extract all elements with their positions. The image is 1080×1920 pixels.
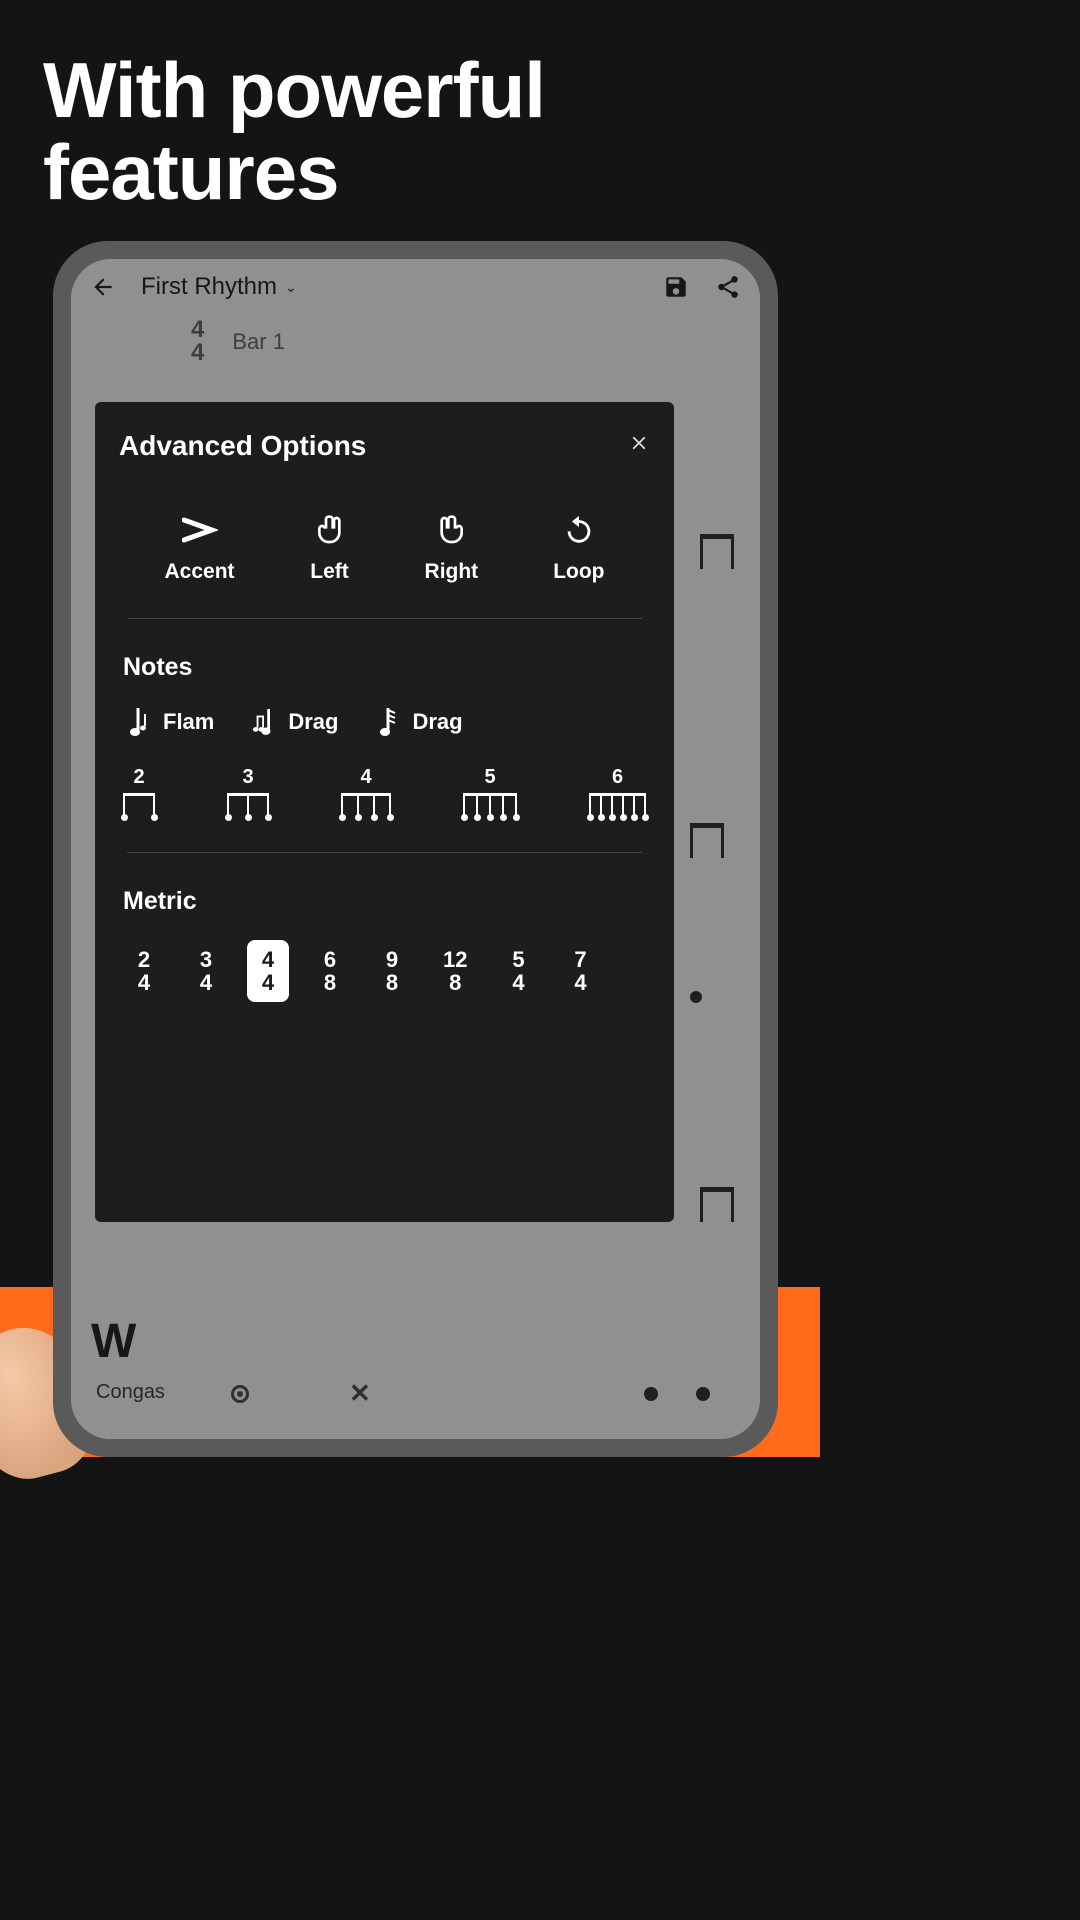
- note-flam[interactable]: Flam: [127, 706, 214, 738]
- metric-6-8[interactable]: 6 8: [309, 940, 351, 1002]
- tuplet-3[interactable]: 3: [227, 766, 269, 818]
- hand-left-icon: [310, 510, 350, 550]
- metric-top: 12: [443, 948, 467, 971]
- metric-bottom: 4: [574, 971, 586, 994]
- metric-top: 9: [386, 948, 398, 971]
- drag-icon-1: [252, 706, 276, 738]
- divider: [127, 618, 642, 619]
- metric-12-8[interactable]: 12 8: [433, 940, 477, 1002]
- tuplet-5-num: 5: [484, 766, 495, 789]
- tuplet-4[interactable]: 4: [341, 766, 391, 818]
- metric-bottom: 4: [512, 971, 524, 994]
- advanced-options-modal: Advanced Options Accent Left Right: [95, 402, 674, 1222]
- metric-bottom: 8: [386, 971, 398, 994]
- metric-top: 4: [262, 948, 274, 971]
- modal-title: Advanced Options: [119, 430, 366, 462]
- accent-icon: [180, 510, 220, 550]
- metric-bottom: 4: [200, 971, 212, 994]
- notes-section-title: Notes: [119, 653, 650, 682]
- option-left-label: Left: [310, 560, 349, 584]
- metric-9-8[interactable]: 9 8: [371, 940, 413, 1002]
- note-drag-1[interactable]: Drag: [252, 706, 338, 738]
- option-loop[interactable]: Loop: [553, 510, 604, 584]
- metric-section-title: Metric: [119, 887, 650, 916]
- metric-bottom: 4: [138, 971, 150, 994]
- tuplet-5[interactable]: 5: [463, 766, 517, 818]
- metric-5-4[interactable]: 5 4: [497, 940, 539, 1002]
- metric-top: 5: [512, 948, 524, 971]
- close-icon: [628, 432, 650, 454]
- option-loop-label: Loop: [553, 560, 604, 584]
- metric-bottom: 4: [262, 971, 274, 994]
- loop-icon: [559, 510, 599, 550]
- metric-top: 6: [324, 948, 336, 971]
- tuplet-2-num: 2: [133, 766, 144, 789]
- metric-top: 7: [574, 948, 586, 971]
- option-left[interactable]: Left: [310, 510, 350, 584]
- note-flam-label: Flam: [163, 709, 214, 735]
- metric-top: 2: [138, 948, 150, 971]
- tuplet-row: 2 3 4 5 6: [119, 766, 650, 818]
- promo-title: With powerful features: [0, 0, 820, 214]
- divider: [127, 852, 642, 853]
- metric-3-4[interactable]: 3 4: [185, 940, 227, 1002]
- tuplet-6[interactable]: 6: [589, 766, 646, 818]
- metric-bottom: 8: [449, 971, 461, 994]
- metric-4-4[interactable]: 4 4: [247, 940, 289, 1002]
- metric-2-4[interactable]: 2 4: [123, 940, 165, 1002]
- metric-top: 3: [200, 948, 212, 971]
- option-right[interactable]: Right: [425, 510, 479, 584]
- note-drag-2[interactable]: Drag: [376, 706, 462, 738]
- note-drag-1-label: Drag: [288, 709, 338, 735]
- option-right-label: Right: [425, 560, 479, 584]
- option-accent-label: Accent: [165, 560, 235, 584]
- tuplet-3-num: 3: [242, 766, 253, 789]
- tuplet-6-num: 6: [612, 766, 623, 789]
- drag-icon-2: [376, 706, 400, 738]
- hand-right-icon: [431, 510, 471, 550]
- metric-7-4[interactable]: 7 4: [559, 940, 601, 1002]
- metric-bottom: 8: [324, 971, 336, 994]
- note-drag-2-label: Drag: [412, 709, 462, 735]
- tuplet-4-num: 4: [360, 766, 371, 789]
- close-button[interactable]: [628, 432, 650, 461]
- option-accent[interactable]: Accent: [165, 510, 235, 584]
- tuplet-2[interactable]: 2: [123, 766, 155, 818]
- flam-icon: [127, 706, 151, 738]
- metric-row: 2 4 3 4 4 4 6 8 9 8 12 8 5 4 7 4: [119, 940, 650, 1002]
